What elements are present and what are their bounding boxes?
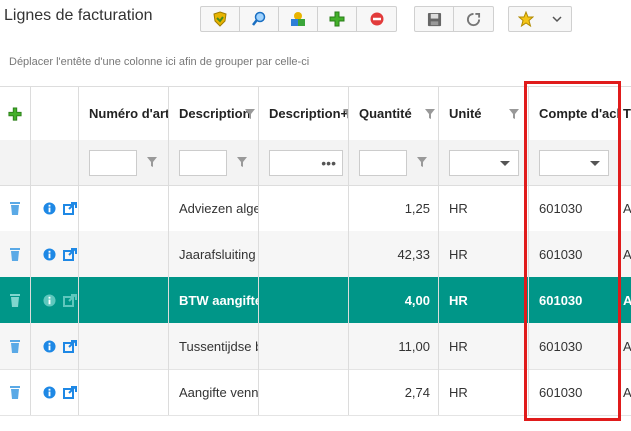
search-button[interactable] (240, 7, 279, 31)
trash-icon (10, 202, 20, 215)
cell-description: Jaarafsluiting (169, 231, 259, 277)
cell-numero (79, 323, 169, 369)
trash-icon (10, 248, 20, 261)
group-panel-hint[interactable]: Déplacer l'entête d'une colonne ici afin… (9, 56, 309, 68)
cell-quantite: 42,33 (349, 231, 439, 277)
search-icon (252, 11, 266, 26)
open-external-icon[interactable] (63, 339, 77, 353)
delete-button[interactable] (0, 369, 31, 415)
cell-quantite: 4,00 (349, 277, 439, 323)
open-external-icon[interactable] (63, 385, 77, 399)
open-external-icon[interactable] (63, 247, 77, 261)
refresh-button[interactable] (454, 7, 493, 31)
cell-description: Adviezen algen (169, 185, 259, 231)
cell-next: A (623, 338, 631, 354)
cell-description-plus (259, 323, 349, 369)
cell-description: Aangifte venno (169, 369, 259, 415)
column-header-numero[interactable]: Numéro d'artic (79, 87, 169, 140)
cell-description-plus (259, 185, 349, 231)
add-row-button[interactable] (0, 87, 31, 140)
open-external-icon[interactable] (63, 293, 77, 307)
cancel-button[interactable] (357, 7, 396, 31)
filter-input-quantite[interactable] (359, 149, 407, 176)
filter-input-numero[interactable] (89, 149, 137, 176)
filter-icon[interactable] (147, 157, 157, 167)
favorites-star (509, 7, 543, 31)
column-header-description[interactable]: Description (169, 87, 259, 140)
toolbar-group-actions (200, 6, 397, 32)
cell-unite: HR (439, 323, 529, 369)
refresh-icon (466, 12, 481, 26)
filter-input-description-plus[interactable]: ••• (269, 149, 343, 176)
filter-icon[interactable] (245, 109, 255, 119)
star-icon (518, 11, 534, 27)
filter-icon[interactable] (425, 109, 435, 119)
cell-numero (79, 277, 169, 323)
cell-description: BTW aangifte (169, 277, 259, 323)
add-icon (8, 106, 22, 121)
cell-next: A (623, 200, 631, 216)
cancel-icon (370, 12, 383, 26)
shield-button[interactable] (201, 7, 240, 31)
cell-description-plus (259, 231, 349, 277)
column-header-description-plus[interactable]: Description+ (259, 87, 349, 140)
cell-quantite: 1,25 (349, 185, 439, 231)
cell-quantite: 11,00 (349, 323, 439, 369)
filter-icon[interactable] (417, 157, 427, 167)
column-header-unite[interactable]: Unité (439, 87, 529, 140)
cell-description-plus (259, 369, 349, 415)
highlight-box (524, 81, 621, 421)
page-title: Lignes de facturation (4, 7, 153, 24)
cell-numero (79, 231, 169, 277)
favorites-dropdown[interactable] (508, 6, 572, 32)
cell-unite: HR (439, 185, 529, 231)
info-icon[interactable] (43, 247, 56, 261)
add-button[interactable] (318, 7, 357, 31)
shield-icon (213, 11, 227, 27)
cell-unite: HR (439, 231, 529, 277)
cell-numero (79, 185, 169, 231)
filter-icon[interactable] (509, 109, 519, 119)
delete-button[interactable] (0, 323, 31, 369)
column-header-next[interactable]: T (621, 87, 631, 140)
delete-button[interactable] (0, 185, 31, 231)
header-actions (31, 87, 79, 140)
cell-description: Tussentijdse b (169, 323, 259, 369)
cell-unite: HR (439, 369, 529, 415)
cell-quantite: 2,74 (349, 369, 439, 415)
chevron-down-icon (543, 7, 571, 31)
delete-button[interactable] (0, 231, 31, 277)
info-icon[interactable] (43, 385, 56, 399)
cell-next: A (623, 384, 631, 400)
cell-description-plus (259, 277, 349, 323)
info-icon[interactable] (43, 293, 56, 307)
shapes-icon (291, 12, 305, 26)
trash-icon (10, 386, 20, 399)
cell-next: A (623, 292, 631, 308)
trash-icon (10, 294, 20, 307)
add-icon (329, 11, 345, 27)
info-icon[interactable] (43, 201, 56, 215)
save-button[interactable] (415, 7, 454, 31)
filter-select-unite[interactable] (449, 149, 519, 176)
info-icon[interactable] (43, 339, 56, 353)
toolbar-group-file (414, 6, 494, 32)
delete-button[interactable] (0, 277, 31, 323)
open-external-icon[interactable] (63, 201, 77, 215)
save-icon (427, 12, 441, 26)
cell-numero (79, 369, 169, 415)
cell-unite: HR (439, 277, 529, 323)
trash-icon (10, 340, 20, 353)
column-header-quantite[interactable]: Quantité (349, 87, 439, 140)
filter-input-description[interactable] (179, 149, 227, 176)
filter-icon[interactable] (237, 157, 247, 167)
shapes-button[interactable] (279, 7, 318, 31)
cell-next: A (623, 246, 631, 262)
